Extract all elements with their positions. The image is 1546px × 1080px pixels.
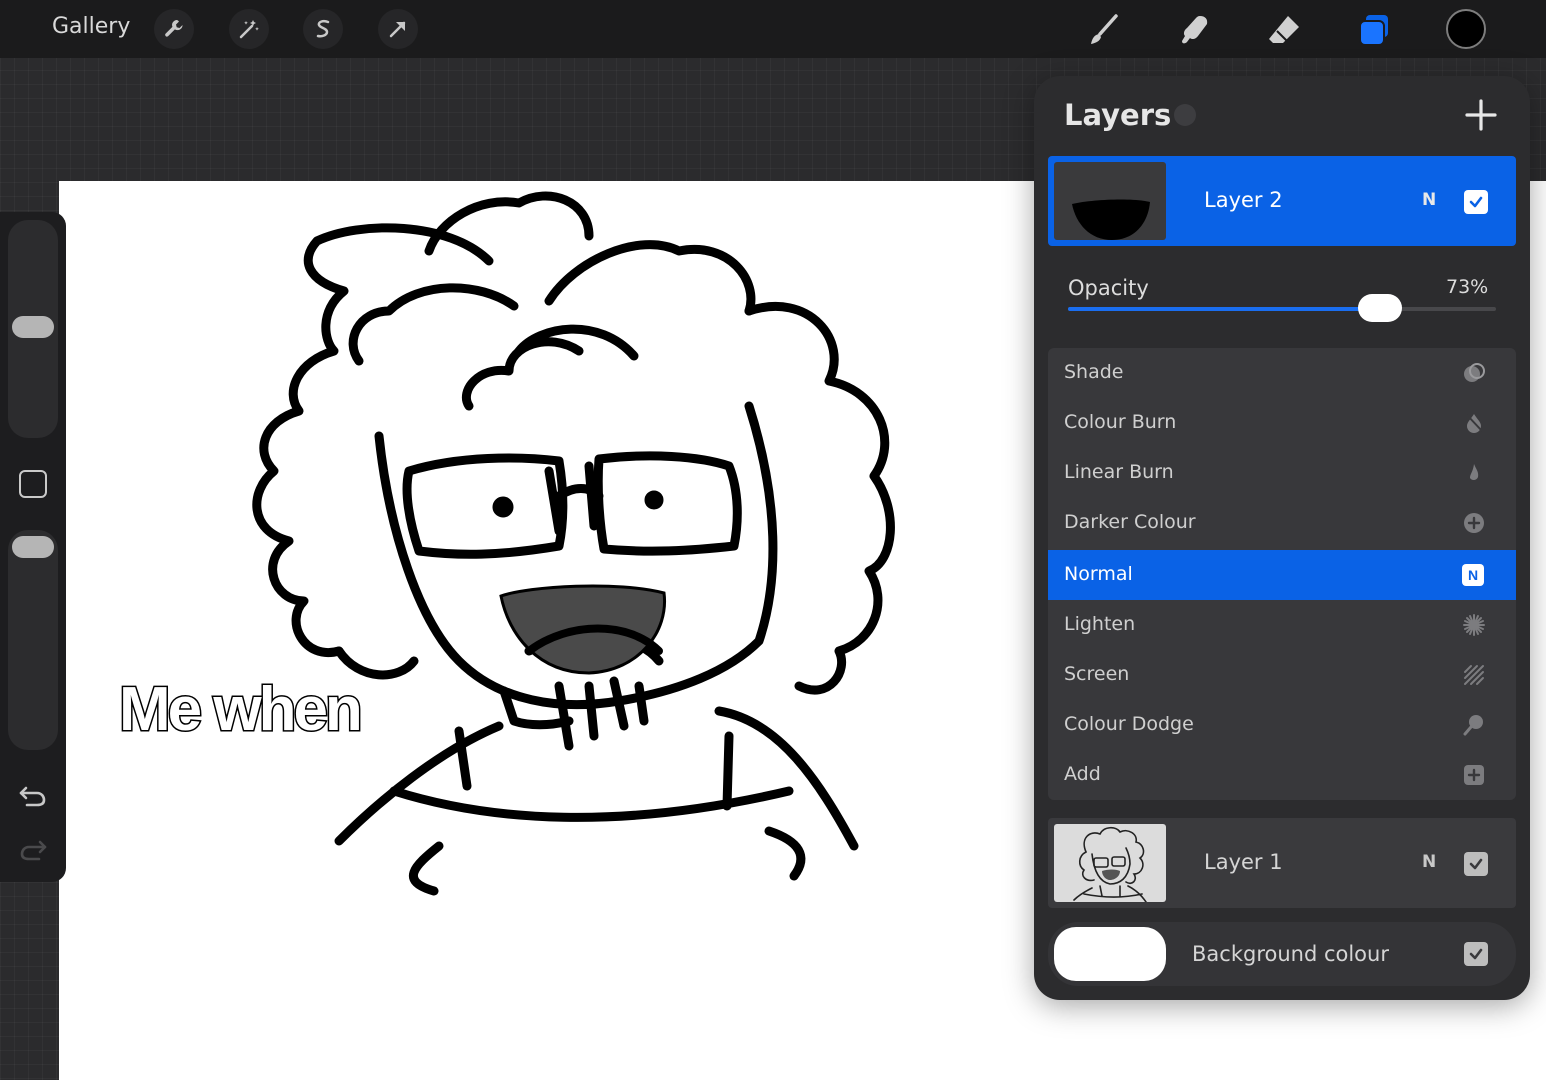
blend-mode-label: Screen [1064,663,1130,685]
check-icon [1469,948,1483,960]
add-blend-icon [1464,765,1484,785]
opacity-value: 73% [1446,276,1489,298]
opacity-slider[interactable] [1068,294,1496,322]
eraser-icon [1269,16,1299,43]
selection-button[interactable] [303,9,343,49]
transform-button[interactable] [378,9,418,49]
lighten-icon [1463,614,1485,636]
blend-mode-shade[interactable]: Shade [1048,348,1516,398]
gallery-button[interactable]: Gallery [52,14,130,39]
smudge-tool[interactable] [1172,8,1216,52]
layers-info-icon[interactable] [1174,104,1196,126]
layer-blend-mode[interactable]: N [1422,190,1436,210]
colour-burn-icon [1466,414,1483,433]
layer-thumbnail [1054,824,1166,902]
brush-tool[interactable] [1082,8,1126,52]
background-visibility-checkbox[interactable] [1464,942,1488,966]
brush-opacity-knob[interactable] [12,536,54,558]
blend-mode-label: Normal [1064,563,1133,585]
color-picker-button[interactable] [1446,9,1486,49]
layer-visibility-checkbox[interactable] [1464,190,1488,214]
screen-icon [1464,665,1484,685]
blend-mode-label: Add [1064,763,1101,785]
blend-mode-label: Linear Burn [1064,461,1174,483]
opacity-label: Opacity [1068,276,1149,300]
eraser-tool[interactable] [1262,8,1306,52]
wrench-icon [165,20,183,37]
opacity-fill [1068,307,1380,311]
opacity-knob[interactable] [1358,294,1402,322]
layer-row-layer-1[interactable]: Layer 1 N [1048,818,1516,908]
add-layer-icon[interactable] [1462,96,1500,134]
top-toolbar: Gallery [0,0,1546,58]
brush-icon [1091,14,1118,44]
linear-burn-icon [1470,464,1479,481]
layers-icon [1359,15,1388,46]
blend-mode-normal[interactable]: Normal N [1048,550,1516,600]
layer-thumbnail [1054,162,1166,240]
background-colour-swatch[interactable] [1054,927,1166,981]
blend-mode-list: Shade Colour Burn Linear Burn Darker Col… [1048,348,1516,800]
blend-mode-add[interactable]: Add [1048,750,1516,800]
brush-opacity-slider[interactable] [8,530,58,750]
brush-size-knob[interactable] [12,316,54,338]
magic-wand-icon [239,20,259,39]
blend-mode-label: Colour Dodge [1064,713,1194,735]
blend-mode-label: Lighten [1064,613,1136,635]
blend-mode-label: Darker Colour [1064,511,1196,533]
layer-visibility-checkbox[interactable] [1464,852,1488,876]
smudge-icon [1182,16,1208,44]
check-icon [1469,858,1483,870]
caption-text[interactable]: Me when [118,674,365,746]
left-sidebar [0,212,66,882]
layers-panel: Layers Layer 2 N Opacity 73% Shade Colou… [1034,76,1530,1000]
blend-mode-label: Colour Burn [1064,411,1177,433]
adjustments-button[interactable] [229,9,269,49]
blend-mode-lighten[interactable]: Lighten [1048,600,1516,650]
actions-button[interactable] [154,9,194,49]
redo-icon[interactable] [17,832,49,864]
colour-dodge-icon [1463,715,1483,736]
blend-mode-colour-burn[interactable]: Colour Burn [1048,398,1516,448]
blend-mode-colour-dodge[interactable]: Colour Dodge [1048,700,1516,750]
layer-blend-mode[interactable]: N [1422,852,1436,872]
darker-colour-icon [1464,513,1484,533]
selection-icon [316,19,330,38]
background-colour-row[interactable]: Background colour [1048,922,1516,986]
blend-mode-screen[interactable]: Screen [1048,650,1516,700]
transform-icon [389,21,406,38]
panel-title: Layers [1064,98,1172,132]
layer-name: Layer 2 [1204,188,1283,212]
layer-row-layer-2[interactable]: Layer 2 N [1048,156,1516,246]
layers-button[interactable] [1352,8,1396,52]
normal-icon: N [1462,564,1484,586]
blend-mode-linear-burn[interactable]: Linear Burn [1048,448,1516,498]
blend-mode-darker-colour[interactable]: Darker Colour [1048,498,1516,548]
check-icon [1469,196,1483,208]
brush-size-slider[interactable] [8,220,58,438]
modify-button[interactable] [19,470,47,498]
blend-mode-label: Shade [1064,361,1124,383]
background-colour-label: Background colour [1192,942,1389,966]
undo-icon[interactable] [17,778,49,810]
layer-name: Layer 1 [1204,850,1283,874]
shade-icon [1464,363,1485,382]
